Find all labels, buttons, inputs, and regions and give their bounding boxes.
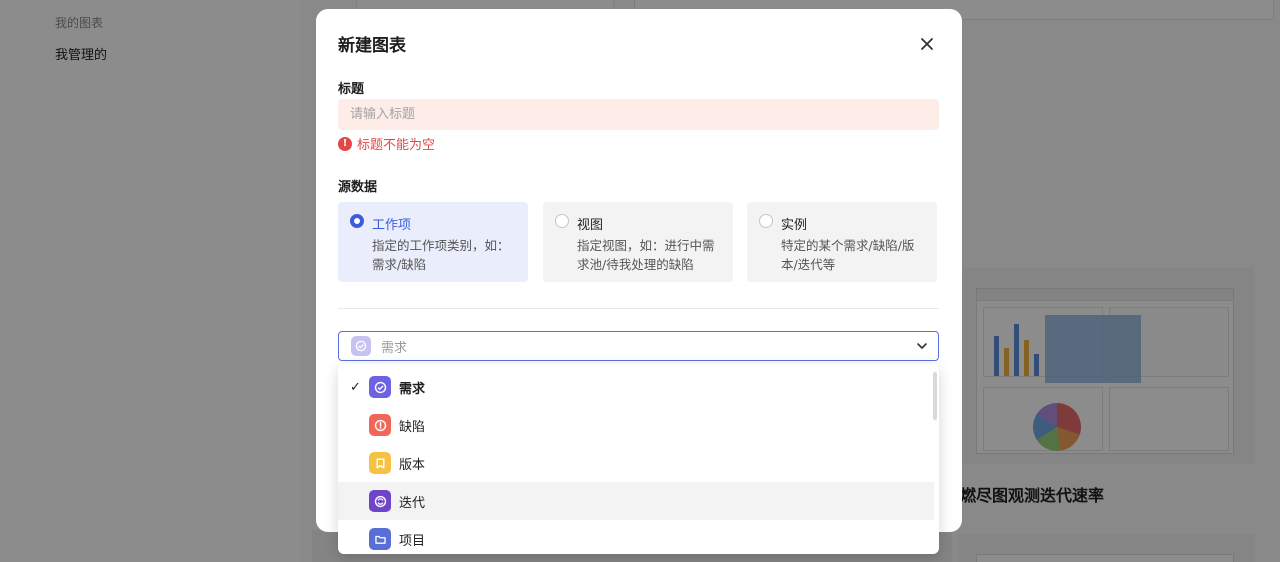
project-icon [369, 528, 391, 550]
dropdown-item-requirement[interactable]: ✓ 需求 [338, 368, 934, 406]
source-option-desc: 指定视图，如：进行中需求池/待我处理的缺陷 [577, 238, 715, 272]
source-options: 工作项 指定的工作项类别，如：需求/缺陷 视图 指定视图，如：进行中需求池/待我… [338, 202, 939, 282]
dropdown-scrollbar[interactable] [933, 372, 937, 420]
dropdown-item-label: 缺陷 [399, 419, 426, 435]
requirement-icon [351, 336, 371, 356]
title-error: ! 标题不能为空 [338, 134, 435, 153]
source-option-desc: 特定的某个需求/缺陷/版本/迭代等 [781, 238, 915, 272]
error-icon: ! [338, 136, 352, 151]
select-value: 需求 [381, 340, 408, 356]
source-option-title: 实例 [781, 218, 808, 233]
source-option-view[interactable]: 视图 指定视图，如：进行中需求池/待我处理的缺陷 [543, 202, 733, 282]
radio-unchecked[interactable] [759, 214, 773, 228]
dropdown-item-label: 项目 [399, 533, 426, 549]
dropdown-item-label: 迭代 [399, 495, 426, 511]
source-option-title: 工作项 [372, 218, 412, 233]
divider [338, 308, 939, 309]
source-field-label: 源数据 [338, 180, 378, 195]
radio-unchecked[interactable] [555, 214, 569, 228]
chevron-down-icon [917, 343, 927, 349]
source-option-desc: 指定的工作项类别，如：需求/缺陷 [372, 238, 510, 272]
work-item-type-select[interactable]: 需求 [338, 331, 939, 361]
title-field-label: 标题 [338, 82, 365, 97]
title-input[interactable] [338, 99, 939, 130]
dropdown-item-project[interactable]: 项目 [338, 520, 934, 554]
close-icon [921, 38, 933, 50]
source-option-work-item[interactable]: 工作项 指定的工作项类别，如：需求/缺陷 [338, 202, 528, 282]
dropdown-item-label: 版本 [399, 457, 426, 473]
dropdown-item-version[interactable]: 版本 [338, 444, 934, 482]
iteration-icon [369, 490, 391, 512]
close-button[interactable] [914, 31, 940, 57]
work-item-type-dropdown: ✓ 需求 缺陷 版本 迭代 项目 [338, 364, 939, 554]
source-option-title: 视图 [577, 218, 604, 233]
modal-title: 新建图表 [338, 36, 406, 56]
check-icon: ✓ [350, 379, 361, 395]
title-error-text: 标题不能为空 [357, 138, 436, 153]
requirement-icon [369, 376, 391, 398]
version-icon [369, 452, 391, 474]
dropdown-item-iteration[interactable]: 迭代 [338, 482, 934, 520]
source-option-instance[interactable]: 实例 特定的某个需求/缺陷/版本/迭代等 [747, 202, 937, 282]
dropdown-item-bug[interactable]: 缺陷 [338, 406, 934, 444]
dropdown-item-label: 需求 [399, 381, 426, 397]
radio-checked[interactable] [350, 214, 364, 228]
bug-icon [369, 414, 391, 436]
